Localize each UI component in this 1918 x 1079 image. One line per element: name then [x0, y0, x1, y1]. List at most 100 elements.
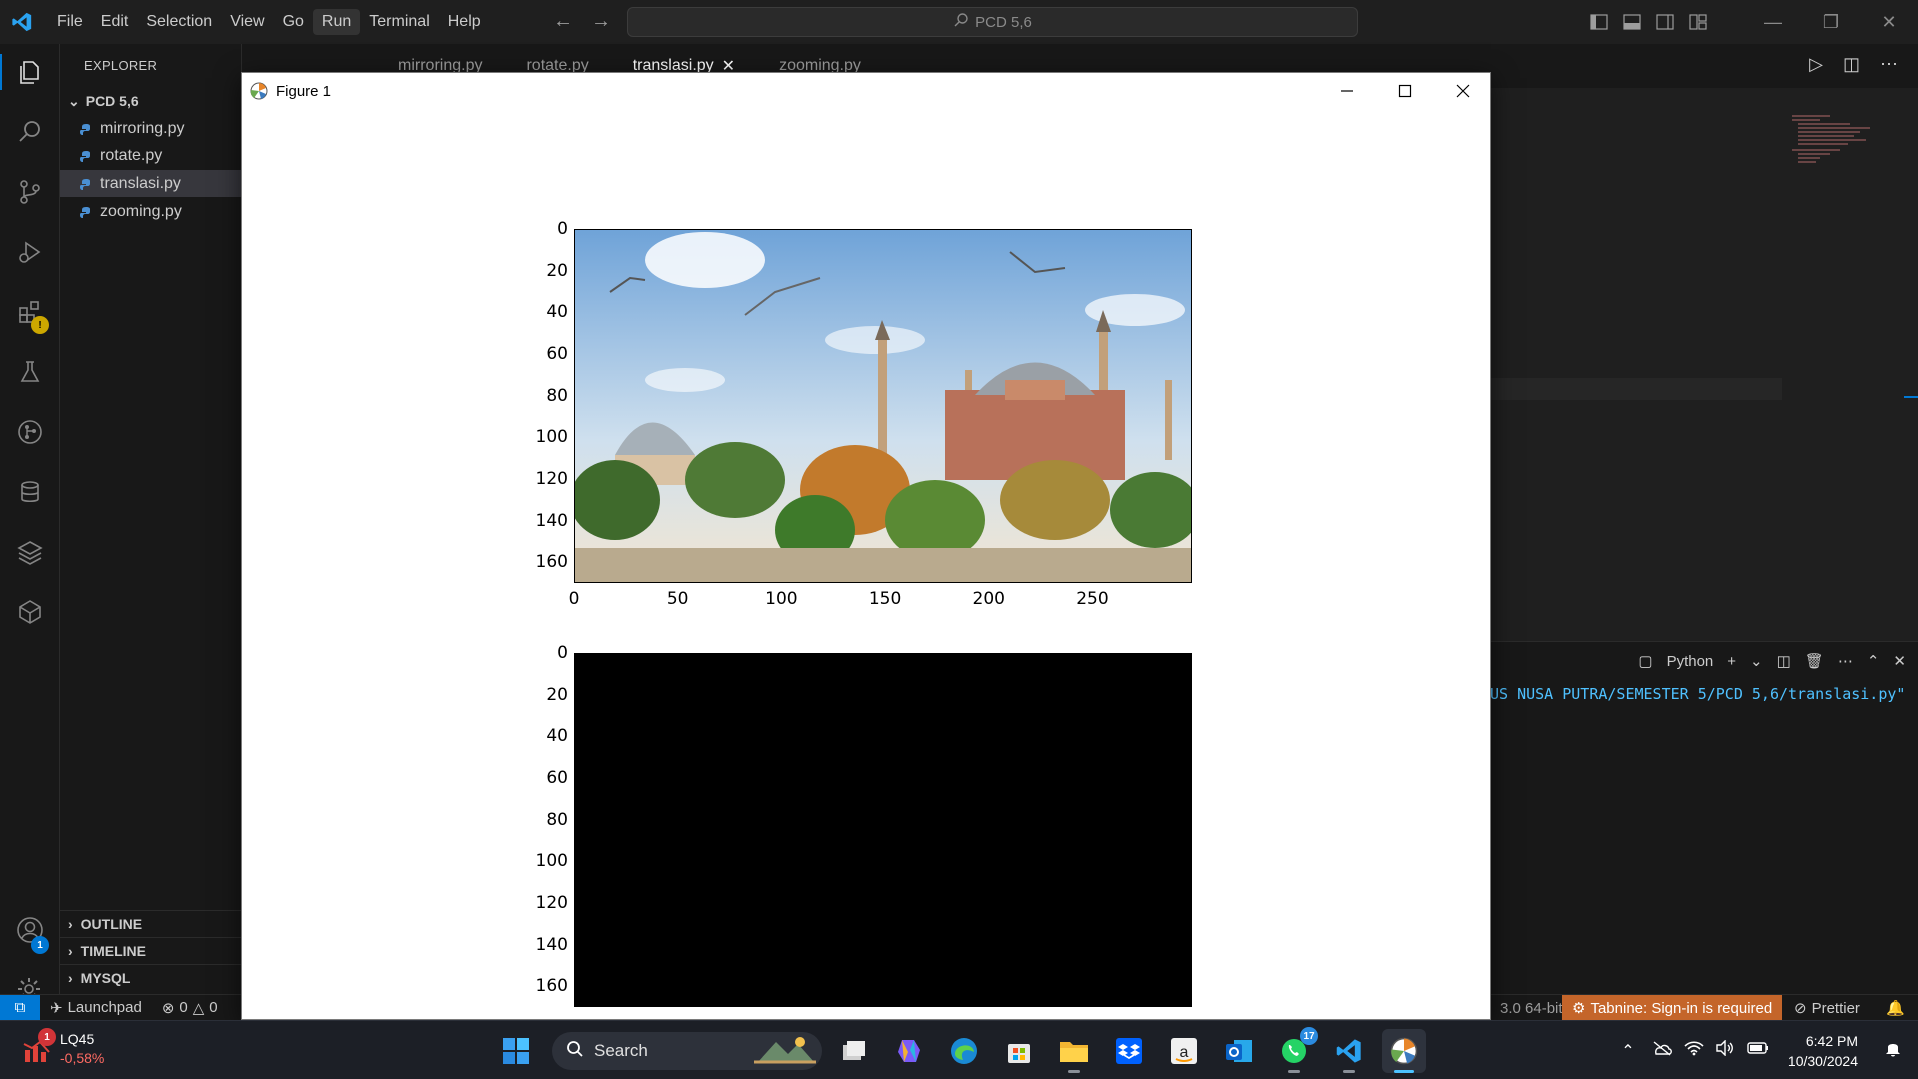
- search-icon[interactable]: [0, 104, 60, 160]
- clock[interactable]: 6:42 PM 10/30/2024: [1788, 1031, 1858, 1071]
- terminal-shell-name[interactable]: Python: [1667, 653, 1714, 670]
- source-control-icon[interactable]: [0, 164, 60, 220]
- toggle-secondary-sidebar-icon[interactable]: [1648, 0, 1681, 44]
- copilot-icon[interactable]: [887, 1029, 931, 1073]
- remote-indicator-icon[interactable]: ⧉: [0, 994, 40, 1021]
- y-tick-label: 100: [535, 851, 568, 872]
- taskbar-search[interactable]: Search: [552, 1032, 822, 1070]
- clock-date: 10/30/2024: [1787, 1052, 1858, 1069]
- section-label: OUTLINE: [80, 915, 143, 932]
- amazon-icon[interactable]: a: [1162, 1029, 1206, 1073]
- battery-icon[interactable]: [1740, 1041, 1776, 1060]
- minimap[interactable]: [1790, 114, 1880, 170]
- menu-edit[interactable]: Edit: [92, 9, 138, 35]
- task-view-icon[interactable]: [832, 1029, 876, 1073]
- file-item-mirroring[interactable]: mirroring.py: [60, 115, 242, 142]
- y-tick-label: 60: [546, 343, 568, 364]
- dropbox-icon[interactable]: [1107, 1029, 1151, 1073]
- git-graph-icon[interactable]: [0, 404, 60, 460]
- prettier-status[interactable]: ⊘ Prettier: [1784, 995, 1870, 1021]
- run-python-file-icon[interactable]: ▷: [1809, 54, 1823, 75]
- trash-icon[interactable]: 🗑: [1805, 652, 1824, 670]
- microsoft-store-icon[interactable]: [997, 1029, 1041, 1073]
- notifications-bell-icon[interactable]: 🔔: [1876, 995, 1915, 1021]
- start-button-icon[interactable]: [494, 1029, 538, 1073]
- clock-time: 6:42 PM: [1805, 1032, 1858, 1049]
- wifi-icon[interactable]: [1678, 1040, 1710, 1061]
- database-icon[interactable]: [0, 464, 60, 520]
- maximize-icon[interactable]: [1376, 73, 1434, 109]
- menu-run[interactable]: Run: [312, 9, 361, 35]
- python-interpreter-status[interactable]: 3.0 64-bit: [1490, 995, 1573, 1021]
- close-panel-icon[interactable]: ✕: [1893, 652, 1906, 670]
- file-item-zooming[interactable]: zooming.py: [60, 198, 242, 225]
- split-terminal-icon[interactable]: ◫: [1777, 652, 1791, 670]
- section-label: MYSQL: [80, 969, 131, 986]
- menu-view[interactable]: View: [221, 9, 273, 35]
- section-outline[interactable]: › OUTLINE: [60, 910, 242, 936]
- menu-help[interactable]: Help: [439, 9, 490, 35]
- folder-label: PCD 5,6: [85, 93, 139, 109]
- back-arrow-icon[interactable]: ←: [553, 10, 573, 33]
- launchpad-status[interactable]: ✈ Launchpad: [40, 995, 152, 1021]
- python-file-icon: [80, 178, 92, 190]
- testing-icon[interactable]: [0, 344, 60, 400]
- close-icon[interactable]: ✕: [1860, 0, 1918, 44]
- toggle-primary-sidebar-icon[interactable]: [1582, 0, 1615, 44]
- tabnine-status[interactable]: ⚙ Tabnine: Sign-in is required: [1562, 995, 1783, 1021]
- file-item-translasi[interactable]: translasi.py: [60, 170, 242, 197]
- edge-browser-icon[interactable]: [942, 1029, 986, 1073]
- folder-pcd[interactable]: ⌄ PCD 5,6: [60, 90, 242, 112]
- file-item-rotate[interactable]: rotate.py: [60, 142, 242, 169]
- close-icon[interactable]: [1434, 73, 1490, 109]
- x-tick-label: 100: [765, 589, 798, 609]
- restore-icon[interactable]: ❐: [1802, 0, 1860, 44]
- tabnine-icon: ⚙: [1572, 1000, 1586, 1017]
- new-terminal-plus-icon[interactable]: +: [1727, 653, 1736, 670]
- menu-file[interactable]: File: [48, 9, 92, 35]
- more-actions-icon[interactable]: ⋯: [1880, 54, 1898, 75]
- warning-badge-icon: !: [31, 316, 49, 334]
- forward-arrow-icon[interactable]: →: [591, 10, 611, 33]
- container-icon[interactable]: [0, 584, 60, 640]
- volume-icon[interactable]: [1710, 1039, 1740, 1061]
- menu-terminal[interactable]: Terminal: [360, 9, 438, 35]
- problems-status[interactable]: ⊗ 0 △ 0: [152, 995, 228, 1021]
- y-tick-label: 0: [557, 643, 568, 663]
- y-tick-label: 40: [546, 726, 568, 747]
- minimize-icon[interactable]: [1318, 73, 1376, 109]
- outlook-icon[interactable]: [1217, 1029, 1261, 1073]
- matplotlib-taskbar-icon[interactable]: [1382, 1029, 1426, 1073]
- panel-toolbar: ▢ Python + ⌄ ◫ 🗑 ⋯ ⌃ ✕: [1638, 652, 1906, 671]
- command-center-search[interactable]: PCD 5,6: [627, 7, 1358, 37]
- file-explorer-icon[interactable]: [1052, 1029, 1096, 1073]
- search-text: PCD 5,6: [975, 13, 1032, 31]
- figure-title: Figure 1: [276, 82, 332, 100]
- run-debug-icon[interactable]: [0, 224, 60, 280]
- menu-selection[interactable]: Selection: [137, 9, 221, 35]
- more-actions-icon[interactable]: ⋯: [1838, 652, 1853, 670]
- section-mysql[interactable]: › MYSQL: [60, 964, 242, 990]
- chevron-down-icon[interactable]: ⌄: [1750, 652, 1763, 670]
- whatsapp-icon[interactable]: 17: [1272, 1027, 1318, 1073]
- maximize-panel-icon[interactable]: ⌃: [1867, 652, 1880, 670]
- notification-bell-icon[interactable]: [1876, 1039, 1910, 1062]
- stock-widget[interactable]: 1 LQ45 -0,58%: [22, 1028, 104, 1068]
- accounts-icon[interactable]: 1: [0, 902, 60, 958]
- split-editor-icon[interactable]: ◫: [1843, 54, 1860, 75]
- section-timeline[interactable]: › TIMELINE: [60, 937, 242, 963]
- vscode-taskbar-icon[interactable]: [1327, 1029, 1371, 1073]
- explorer-icon[interactable]: [0, 44, 60, 100]
- y-tick-label: 140: [535, 510, 568, 531]
- minimize-icon[interactable]: —: [1744, 0, 1802, 44]
- toggle-panel-icon[interactable]: [1615, 0, 1648, 44]
- svg-text:a: a: [1180, 1044, 1189, 1061]
- terminal-output-line[interactable]: US NUSA PUTRA/SEMESTER 5/PCD 5,6/transla…: [1490, 685, 1905, 703]
- extensions-icon[interactable]: !: [0, 284, 60, 340]
- chevron-up-icon[interactable]: ⌃: [1610, 1041, 1646, 1061]
- menu-go[interactable]: Go: [274, 9, 313, 35]
- onedrive-icon[interactable]: [1646, 1040, 1678, 1061]
- layers-icon[interactable]: [0, 524, 60, 580]
- windows-taskbar: 1 LQ45 -0,58% Search a 17 ⌃ 6:42 PM 10/3…: [0, 1020, 1918, 1079]
- customize-layout-icon[interactable]: [1681, 0, 1714, 44]
